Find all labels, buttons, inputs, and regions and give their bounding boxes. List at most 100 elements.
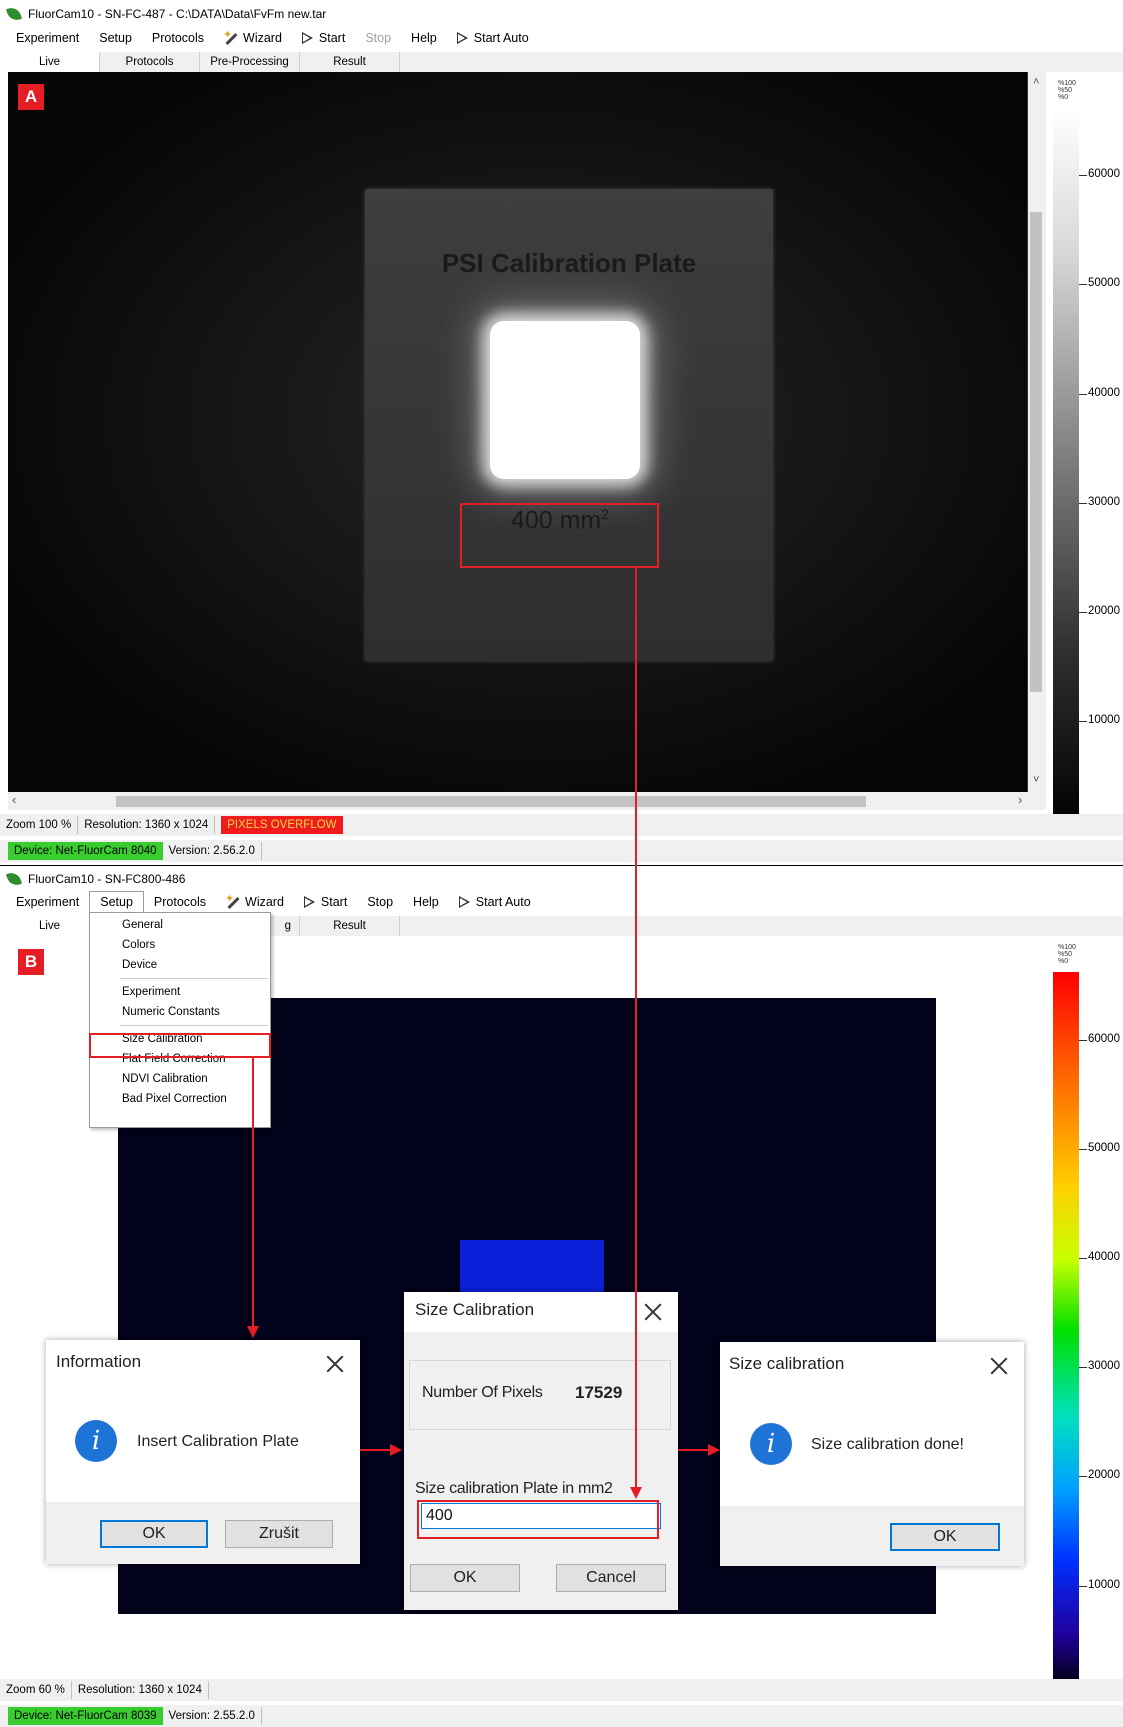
wand-icon bbox=[223, 28, 238, 45]
scrollbar-thumb[interactable] bbox=[116, 796, 866, 807]
menu-start-auto[interactable]: Start Auto bbox=[449, 892, 541, 912]
rainbow-bar bbox=[1053, 972, 1079, 1690]
window-title: FluorCam10 - SN-FC800-486 bbox=[28, 872, 186, 886]
app-leaf-icon bbox=[5, 870, 23, 888]
menu-protocols[interactable]: Protocols bbox=[142, 28, 214, 48]
dialog-message: Size calibration done! bbox=[811, 1436, 964, 1453]
close-icon[interactable] bbox=[990, 1357, 1008, 1375]
arrow-down-icon bbox=[247, 1326, 259, 1338]
scale-header: %100 %50 %0 bbox=[1058, 80, 1076, 101]
close-icon[interactable] bbox=[644, 1303, 662, 1321]
menu-item-bad-pixel-correction[interactable]: Bad Pixel Correction bbox=[90, 1089, 270, 1109]
vertical-scrollbar-a[interactable]: ˄ ˅ bbox=[1028, 72, 1046, 792]
menu-help[interactable]: Help bbox=[403, 892, 449, 912]
window-title: FluorCam10 - SN-FC-487 - C:\DATA\Data\Fv… bbox=[28, 7, 327, 21]
tab-live[interactable]: Live bbox=[0, 916, 100, 936]
scroll-down-icon[interactable]: ˅ bbox=[1033, 774, 1039, 786]
menu-item-general[interactable]: General bbox=[90, 915, 270, 935]
play-icon bbox=[458, 895, 471, 909]
menu-separator bbox=[120, 1025, 268, 1026]
scale-label: 60000 bbox=[1088, 168, 1120, 180]
scroll-left-icon[interactable]: ‹ bbox=[12, 792, 16, 807]
dialog-title: Size Calibration bbox=[415, 1300, 535, 1319]
menu-start[interactable]: Start bbox=[292, 28, 355, 48]
dialog-title: Size calibration bbox=[729, 1354, 845, 1373]
scale-label: 40000 bbox=[1088, 387, 1120, 399]
window-titlebar-a: FluorCam10 - SN-FC-487 - C:\DATA\Data\Fv… bbox=[0, 2, 1123, 26]
menu-experiment[interactable]: Experiment bbox=[6, 892, 89, 912]
menu-wizard[interactable]: Wizard bbox=[216, 892, 294, 912]
device-badge: Device: Net-FluorCam 8040 bbox=[8, 842, 163, 860]
scale-tick bbox=[1079, 175, 1087, 176]
ok-button[interactable]: OK bbox=[890, 1523, 1000, 1551]
scale-tick bbox=[1079, 1367, 1087, 1368]
scale-label: 20000 bbox=[1088, 605, 1120, 617]
ok-button[interactable]: OK bbox=[410, 1564, 520, 1592]
scale-tick bbox=[1079, 284, 1087, 285]
menu-separator bbox=[120, 978, 268, 979]
menu-item-experiment[interactable]: Experiment bbox=[90, 982, 270, 1002]
scale-label: 50000 bbox=[1088, 1142, 1120, 1154]
scrollbar-thumb[interactable] bbox=[1030, 212, 1042, 692]
tab-live[interactable]: Live bbox=[0, 52, 100, 72]
menu-item-ndvi-calibration[interactable]: NDVI Calibration bbox=[90, 1069, 270, 1089]
scale-label: 30000 bbox=[1088, 1360, 1120, 1372]
menu-start[interactable]: Start bbox=[294, 892, 357, 912]
scale-tick bbox=[1079, 612, 1087, 613]
window-titlebar-b: FluorCam10 - SN-FC800-486 bbox=[0, 867, 1123, 891]
menu-item-device[interactable]: Device bbox=[90, 955, 270, 975]
scale-label: 60000 bbox=[1088, 1033, 1120, 1045]
tab-result[interactable]: Result bbox=[300, 52, 400, 72]
app-leaf-icon bbox=[5, 5, 23, 23]
panel-label-b: B bbox=[18, 949, 44, 975]
scale-tick bbox=[1079, 1476, 1087, 1477]
menu-wizard[interactable]: Wizard bbox=[214, 28, 292, 48]
menu-setup[interactable]: Setup bbox=[89, 28, 142, 48]
version-label: Version: 2.56.2.0 bbox=[163, 842, 262, 860]
statusbar-b: Zoom 60 % Resolution: 1360 x 1024 bbox=[0, 1679, 1123, 1701]
cancel-button[interactable]: Zrušit bbox=[225, 1520, 333, 1548]
menu-protocols[interactable]: Protocols bbox=[144, 892, 216, 912]
menu-experiment[interactable]: Experiment bbox=[6, 28, 89, 48]
panel-label-a: A bbox=[18, 84, 44, 110]
menu-stop[interactable]: Stop bbox=[355, 28, 401, 48]
cancel-button[interactable]: Cancel bbox=[556, 1564, 666, 1592]
wand-icon bbox=[225, 892, 240, 909]
resolution-readout: Resolution: 1360 x 1024 bbox=[72, 1681, 209, 1699]
ok-button[interactable]: OK bbox=[100, 1520, 208, 1548]
menu-item-colors[interactable]: Colors bbox=[90, 935, 270, 955]
menubar-b: Experiment Setup Protocols Wizard Start … bbox=[0, 890, 1123, 914]
menu-setup[interactable]: Setup bbox=[89, 891, 144, 913]
tab-result[interactable]: Result bbox=[300, 916, 400, 936]
scale-label: 10000 bbox=[1088, 1579, 1120, 1591]
connector-line bbox=[678, 1449, 708, 1451]
arrow-down-icon bbox=[630, 1487, 642, 1499]
setup-dropdown-menu: General Colors Device Experiment Numeric… bbox=[89, 912, 271, 1128]
menu-item-numeric-constants[interactable]: Numeric Constants bbox=[90, 1002, 270, 1022]
dialog-title: Information bbox=[56, 1352, 142, 1371]
horizontal-scrollbar-a[interactable]: ‹ › bbox=[8, 792, 1046, 810]
highlight-plate-area bbox=[460, 503, 659, 568]
image-viewport-a[interactable]: PSI Calibration Plate 400 mm2 bbox=[8, 72, 1028, 792]
tab-pre-processing[interactable]: Pre-Processing bbox=[200, 52, 300, 72]
menu-help[interactable]: Help bbox=[401, 28, 447, 48]
scale-tick bbox=[1079, 503, 1087, 504]
scale-tick bbox=[1079, 721, 1087, 722]
close-icon[interactable] bbox=[326, 1355, 344, 1373]
connector-line bbox=[360, 1449, 390, 1451]
info-icon: i bbox=[750, 1423, 792, 1465]
scale-tick bbox=[1079, 1040, 1087, 1041]
scale-label: 50000 bbox=[1088, 277, 1120, 289]
scale-tick bbox=[1079, 1258, 1087, 1259]
menu-stop[interactable]: Stop bbox=[357, 892, 403, 912]
scroll-up-icon[interactable]: ˄ bbox=[1033, 76, 1039, 88]
menu-start-auto[interactable]: Start Auto bbox=[447, 28, 539, 48]
scale-label: 20000 bbox=[1088, 1469, 1120, 1481]
connector-line bbox=[252, 1058, 254, 1326]
highlight-size-input bbox=[417, 1500, 659, 1539]
panel-divider bbox=[0, 865, 1123, 866]
highlight-size-calibration bbox=[89, 1033, 271, 1058]
scale-tick bbox=[1079, 394, 1087, 395]
scroll-right-icon[interactable]: › bbox=[1018, 792, 1022, 807]
tab-protocols[interactable]: Protocols bbox=[100, 52, 200, 72]
